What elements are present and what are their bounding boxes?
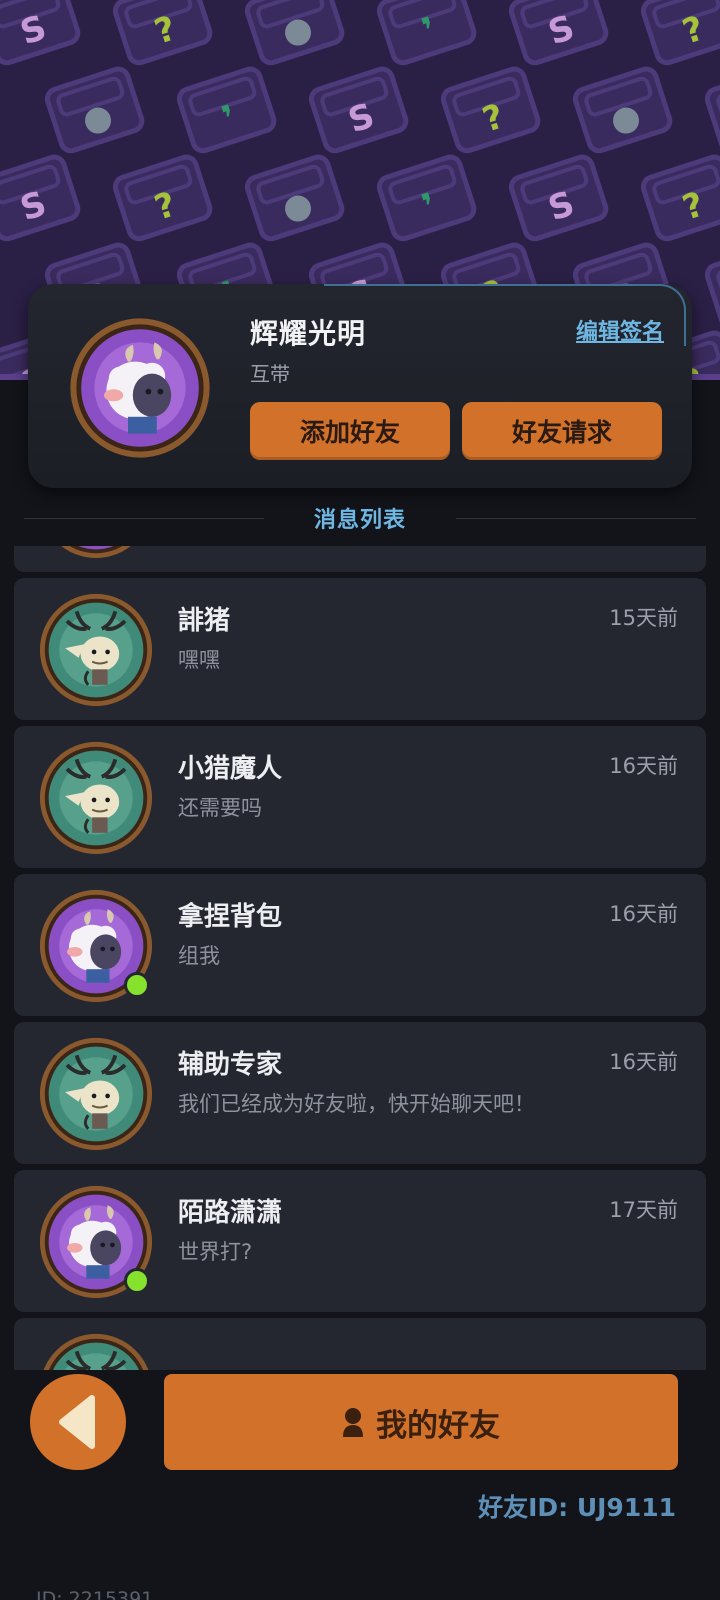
contact-avatar xyxy=(38,546,154,560)
message-time: 16天前 xyxy=(609,902,678,926)
list-item[interactable]: 拿捏背包 组我 16天前 xyxy=(14,874,706,1016)
last-message: 嘿嘿 xyxy=(178,648,220,672)
banner-chest-icon: ❜ xyxy=(704,66,720,154)
my-friends-button[interactable]: 我的好友 xyxy=(164,1374,678,1470)
online-status-dot xyxy=(124,972,150,998)
list-item[interactable]: 誹猪 嘿嘿 15天前 xyxy=(14,578,706,720)
banner-chest-icon: ? xyxy=(112,154,213,242)
contact-avatar xyxy=(38,1036,154,1152)
person-icon xyxy=(343,1408,363,1437)
banner-chest-icon: ● xyxy=(244,154,345,242)
friend-request-button[interactable]: 好友请求 xyxy=(462,402,662,460)
contact-avatar xyxy=(38,1332,154,1370)
list-item[interactable]: 辅助专家 我们已经成为好友啦，快开始聊天吧！ 16天前 xyxy=(14,1022,706,1164)
user-id: ID: 2215391 xyxy=(36,1588,154,1600)
banner-chest-icon: S xyxy=(508,154,609,242)
contact-name: 拿捏背包 xyxy=(178,902,283,932)
list-item[interactable] xyxy=(14,1318,706,1370)
add-friend-button[interactable]: 添加好友 xyxy=(250,402,450,460)
profile-card: 辉耀光明 编辑签名 互带 添加好友 好友请求 xyxy=(28,284,692,488)
banner-chest-icon: ● xyxy=(572,66,673,154)
banner-chest-icon: ? xyxy=(112,0,213,66)
banner-chest-icon: ❜ xyxy=(376,154,477,242)
message-list-header: 消息列表 xyxy=(0,500,720,540)
friend-id: 好友ID: UJ9111 xyxy=(478,1493,676,1522)
last-message: 世界打? xyxy=(178,1240,253,1264)
contact-avatar xyxy=(38,740,154,856)
banner-chest-icon: ? xyxy=(640,0,720,66)
my-friends-label: 我的好友 xyxy=(376,1407,500,1444)
banner-chest-icon: ❜ xyxy=(176,66,277,154)
banner-chest-icon: ❜ xyxy=(376,0,477,66)
banner-chest-icon: S xyxy=(0,154,81,242)
list-item[interactable] xyxy=(14,546,706,572)
banner-chest-icon: ? xyxy=(640,154,720,242)
divider xyxy=(456,518,696,519)
online-status-dot xyxy=(124,1268,150,1294)
banner-chest-icon: ● xyxy=(244,0,345,66)
banner-chest-icon: S xyxy=(0,0,81,66)
banner-chest-icon: ? xyxy=(440,66,541,154)
message-list[interactable]: 誹猪 嘿嘿 15天前 小猎魔人 还需要吗 16天前 拿捏背包 组我 16天前 辅… xyxy=(14,546,706,1370)
list-item[interactable]: 小猎魔人 还需要吗 16天前 xyxy=(14,726,706,868)
contact-name: 誹猪 xyxy=(178,606,231,636)
user-signature: 互带 xyxy=(250,362,290,386)
edit-signature-link[interactable]: 编辑签名 xyxy=(576,314,664,346)
last-message: 我们已经成为好友啦，快开始聊天吧！ xyxy=(178,1092,535,1116)
last-message: 组我 xyxy=(178,944,220,968)
banner-chest-icon: ❜ xyxy=(704,242,720,330)
banner-chest-icon: S xyxy=(508,0,609,66)
username: 辉耀光明 xyxy=(250,317,367,350)
message-time: 17天前 xyxy=(609,1198,678,1222)
bottom-bar: 我的好友 好友ID: UJ9111 ID: 2215391 xyxy=(0,1370,720,1600)
contact-name: 小猎魔人 xyxy=(178,754,283,784)
profile-avatar[interactable] xyxy=(68,316,212,460)
message-time: 16天前 xyxy=(609,754,678,778)
contact-name: 辅助专家 xyxy=(178,1050,283,1080)
back-arrow-icon xyxy=(59,1395,95,1449)
list-item[interactable]: 陌路潇潇 世界打? 17天前 xyxy=(14,1170,706,1312)
banner-chest-icon: S xyxy=(308,66,409,154)
last-message: 还需要吗 xyxy=(178,796,262,820)
message-time: 15天前 xyxy=(609,606,678,630)
contact-name: 陌路潇潇 xyxy=(178,1198,283,1228)
message-time: 16天前 xyxy=(609,1050,678,1074)
banner-chest-icon: ● xyxy=(44,66,145,154)
back-button[interactable] xyxy=(30,1374,126,1470)
contact-avatar xyxy=(38,592,154,708)
